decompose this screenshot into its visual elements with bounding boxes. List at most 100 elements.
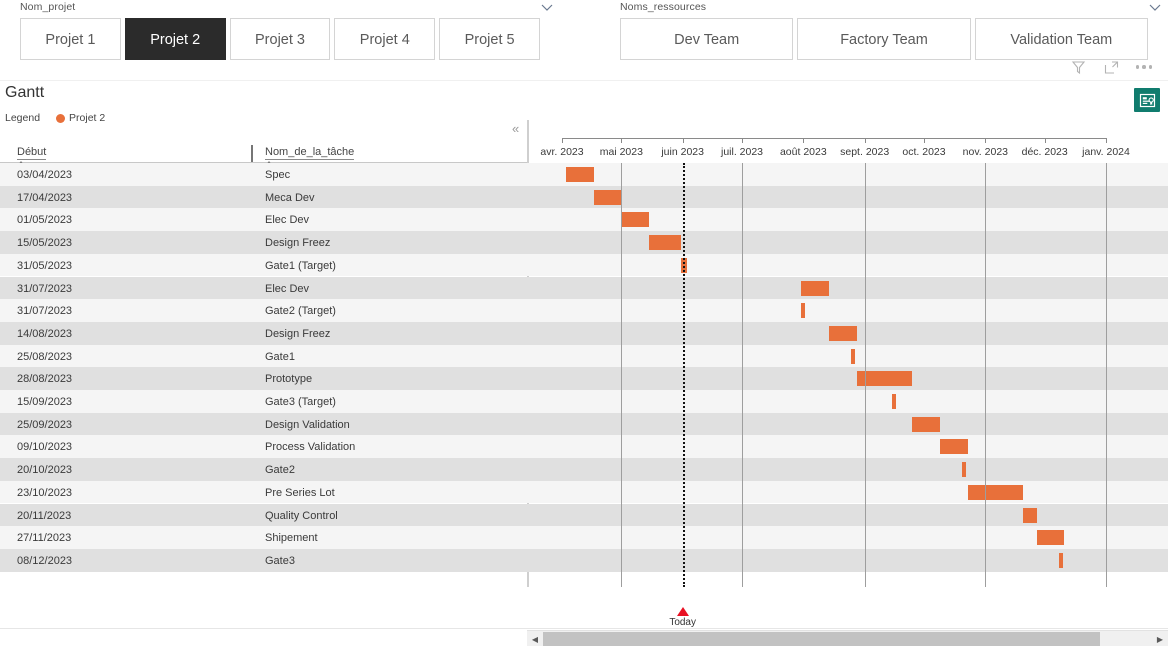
table-row[interactable]: 15/05/2023 Design Freez <box>0 231 1168 254</box>
slicer-chip-projet-4[interactable]: Projet 4 <box>334 18 436 60</box>
cell-nom-de-la-tache: Quality Control <box>265 509 338 522</box>
cell-nom-de-la-tache: Spec <box>265 169 291 181</box>
collapse-panel-button[interactable]: « <box>512 122 519 135</box>
cell-debut: 01/05/2023 <box>17 214 73 227</box>
gantt-bar[interactable] <box>961 462 966 478</box>
axis-tick-label: déc. 2023 <box>1021 146 1068 158</box>
filter-icon[interactable] <box>1070 59 1087 76</box>
timeline-axis: avr. 2023 mai 2023 juin 2023 juil. 2023 août… <box>0 138 1168 164</box>
cell-nom-de-la-tache: Gate1 (Target) <box>265 259 336 272</box>
table-row[interactable]: 27/11/2023 Shipement <box>0 526 1168 549</box>
gridline <box>621 163 623 587</box>
today-marker-icon <box>676 607 689 616</box>
cell-nom-de-la-tache: Meca Dev <box>265 191 315 204</box>
chevron-down-icon[interactable] <box>1148 1 1162 13</box>
focus-mode-icon[interactable] <box>1103 59 1120 76</box>
gantt-bar[interactable] <box>621 212 650 228</box>
gridline <box>985 163 987 587</box>
axis-tick-label: nov. 2023 <box>962 146 1008 158</box>
table-row[interactable]: 31/07/2023 Elec Dev <box>0 276 1168 300</box>
gantt-bar[interactable] <box>892 394 897 409</box>
axis-tick-label: juin 2023 <box>661 146 704 158</box>
gantt-bar[interactable] <box>593 189 622 205</box>
table-row[interactable]: 25/09/2023 Design Validation <box>0 412 1168 436</box>
axis-tick <box>864 138 866 143</box>
table-row[interactable]: 14/08/2023 Design Freez <box>0 321 1168 345</box>
cell-nom-de-la-tache: Gate2 (Target) <box>265 305 336 318</box>
table-row[interactable]: 20/11/2023 Quality Control <box>0 503 1168 527</box>
scrollbar-thumb[interactable] <box>543 632 1100 646</box>
more-options-icon[interactable] <box>1135 58 1152 76</box>
axis-tick <box>924 138 925 143</box>
cell-nom-de-la-tache: Gate3 <box>265 554 295 567</box>
cell-nom-de-la-tache: Gate1 <box>265 350 295 363</box>
gantt-bar[interactable] <box>829 325 857 341</box>
table-row[interactable]: 28/08/2023 Prototype <box>0 367 1168 390</box>
horizontal-scrollbar[interactable]: ◀ ▶ <box>527 630 1168 646</box>
gridline <box>864 163 866 587</box>
slicer-chip-projet-2[interactable]: Projet 2 <box>124 18 226 60</box>
cell-debut: 03/04/2023 <box>17 169 73 181</box>
chevron-down-icon[interactable] <box>540 1 554 13</box>
gantt-bar[interactable] <box>912 416 940 432</box>
gantt-bar[interactable] <box>967 484 1023 500</box>
table-row[interactable]: 15/09/2023 Gate3 (Target) <box>0 390 1168 413</box>
cell-debut: 25/08/2023 <box>17 350 73 363</box>
today-label: Today <box>669 617 696 628</box>
gridline <box>1106 163 1107 587</box>
gantt-rows: 03/04/2023 Spec 17/04/2023 Meca Dev 01/05/20… <box>0 163 1168 587</box>
table-row[interactable]: 17/04/2023 Meca Dev <box>0 185 1168 209</box>
cell-debut: 31/07/2023 <box>17 282 73 295</box>
cell-nom-de-la-tache: Elec Dev <box>265 214 310 227</box>
table-row[interactable]: 20/10/2023 Gate2 <box>0 458 1168 481</box>
axis-tick <box>562 138 563 143</box>
slicer-chip-ressource-2[interactable]: Factory Team <box>797 18 971 60</box>
table-row[interactable]: 01/05/2023 Elec Dev <box>0 208 1168 232</box>
slicer-chip-projet-5[interactable]: Projet 5 <box>439 18 540 60</box>
table-row[interactable]: 09/10/2023 Process Validation <box>0 435 1168 459</box>
gridline <box>742 163 743 587</box>
slicer-chip-projet-3[interactable]: Projet 3 <box>229 18 331 60</box>
cell-debut: 15/09/2023 <box>17 396 73 408</box>
cell-debut: 23/10/2023 <box>17 486 73 499</box>
gantt-bar[interactable] <box>1058 552 1063 568</box>
cell-debut: 14/08/2023 <box>17 327 73 340</box>
gantt-bar[interactable] <box>801 280 830 296</box>
bottom-divider <box>0 628 1168 629</box>
certified-visual-badge-icon[interactable] <box>1134 88 1160 112</box>
table-row[interactable]: 31/05/2023 Gate1 (Target) <box>0 253 1168 277</box>
slicer-noms-ressources-label: Noms_ressources <box>620 1 707 13</box>
gantt-bar[interactable] <box>1036 530 1065 546</box>
cell-nom-de-la-tache: Elec Dev <box>265 282 310 295</box>
cell-nom-de-la-tache: Shipement <box>265 532 318 545</box>
slicer-chip-projet-1[interactable]: Projet 1 <box>20 18 121 60</box>
table-row[interactable]: 23/10/2023 Pre Series Lot <box>0 480 1168 504</box>
table-row[interactable]: 31/07/2023 Gate2 (Target) <box>0 299 1168 322</box>
scroll-right-arrow[interactable]: ▶ <box>1152 631 1168 646</box>
gantt-bar[interactable] <box>939 439 968 455</box>
gantt-bar[interactable] <box>649 235 681 251</box>
axis-tick <box>1044 138 1046 143</box>
gantt-bar[interactable] <box>801 303 806 319</box>
legend: Legend Projet 2 <box>5 112 105 124</box>
slicer-chip-ressource-1[interactable]: Dev Team <box>620 18 794 60</box>
cell-nom-de-la-tache: Design Freez <box>265 327 331 340</box>
gantt-bar[interactable] <box>850 348 855 364</box>
slicer-nom-projet: Nom_projet Projet 1 Projet 2 Projet 3 Proje… <box>0 0 560 60</box>
axis-tick-label: oct. 2023 <box>902 146 946 158</box>
axis-tick <box>621 138 623 143</box>
table-row[interactable]: 25/08/2023 Gate1 <box>0 344 1168 368</box>
axis-tick <box>803 138 805 143</box>
legend-label: Legend <box>5 112 41 124</box>
cell-debut: 27/11/2023 <box>17 532 72 545</box>
table-row[interactable]: 03/04/2023 Spec <box>0 163 1168 186</box>
axis-tick <box>742 138 743 143</box>
today-line <box>682 163 685 587</box>
scroll-left-arrow[interactable]: ◀ <box>527 631 543 646</box>
axis-tick <box>682 138 684 143</box>
gantt-bar[interactable] <box>565 167 594 182</box>
axis-tick-label: juil. 2023 <box>720 146 764 158</box>
table-row[interactable]: 08/12/2023 Gate3 <box>0 548 1168 572</box>
slicer-chip-ressource-3[interactable]: Validation Team <box>974 18 1148 60</box>
gantt-bar[interactable] <box>1022 507 1037 523</box>
